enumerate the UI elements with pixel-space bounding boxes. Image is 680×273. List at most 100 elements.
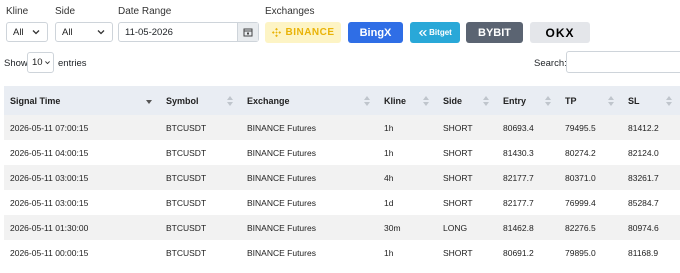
column-header-label: Kline [384,95,407,106]
table-body: 2026-05-11 07:00:15 BTCUSDT BINANCE Future… [4,115,680,265]
column-header-sl[interactable]: SL [622,86,680,115]
exchanges-label: Exchanges [265,6,315,17]
signals-table: Signal Time Symbol Exchange Kline Side Entry T… [4,86,680,265]
cell-symbol: BTCUSDT [166,122,207,133]
chevron-down-icon [97,30,105,35]
binance-logo-icon [272,27,282,38]
exchange-bitget-button[interactable]: Bitget [410,22,460,43]
cell-tp: 76999.4 [565,197,596,208]
table-row[interactable]: 2026-05-11 04:00:15 BTCUSDT BINANCE Future… [4,140,680,165]
side-select-value: All [62,26,73,38]
sort-desc-icon [146,100,152,104]
cell-side: SHORT [443,247,473,258]
cell-symbol: BTCUSDT [166,197,207,208]
cell-symbol: BTCUSDT [166,172,207,183]
cell-exchange: BINANCE Futures [247,122,316,133]
cell-side: LONG [443,222,468,233]
date-range-value: 11-05-2026 [125,26,173,38]
exchange-bybit-button[interactable]: BYBIT [466,22,523,43]
cell-tp: 79495.5 [565,122,596,133]
cell-kline: 1d [384,197,394,208]
calendar-icon [243,28,253,37]
show-label: Show [4,58,28,69]
column-header-signal-time[interactable]: Signal Time [4,86,160,115]
cell-sl: 85284.7 [628,197,659,208]
cell-signal-time: 2026-05-11 04:00:15 [10,147,89,158]
calendar-button[interactable] [237,23,258,41]
table-header-row: Signal Time Symbol Exchange Kline Side Entry T… [4,86,680,115]
cell-entry: 82177.7 [503,197,534,208]
kline-select-value: All [13,26,24,38]
column-header-entry[interactable]: Entry [497,86,559,115]
cell-entry: 80693.4 [503,122,534,133]
column-header-label: Entry [503,95,527,106]
cell-side: SHORT [443,122,473,133]
cell-kline: 1h [384,147,394,158]
exchange-okx-button[interactable]: OKX [530,22,590,43]
cell-tp: 79895.0 [565,247,596,258]
side-label: Side [55,6,76,17]
search-label: Search: [534,58,567,69]
cell-signal-time: 2026-05-11 03:00:15 [10,197,89,208]
sort-icon [483,96,489,106]
column-header-exchange[interactable]: Exchange [241,86,378,115]
chevron-down-icon [45,61,50,65]
exchange-okx-label: OKX [545,25,575,40]
cell-exchange: BINANCE Futures [247,222,316,233]
cell-side: SHORT [443,172,473,183]
date-range-label: Date Range [118,6,172,17]
cell-exchange: BINANCE Futures [247,147,316,158]
kline-select[interactable]: All [6,22,48,42]
cell-signal-time: 2026-05-11 00:00:15 [10,247,89,258]
cell-signal-time: 2026-05-11 03:00:15 [10,172,89,183]
entries-select-value: 10 [32,57,43,68]
cell-side: SHORT [443,147,473,158]
cell-exchange: BINANCE Futures [247,247,316,258]
cell-kline: 1h [384,122,394,133]
cell-side: SHORT [443,197,473,208]
table-row[interactable]: 2026-05-11 07:00:15 BTCUSDT BINANCE Future… [4,115,680,140]
side-select[interactable]: All [55,22,113,42]
column-header-side[interactable]: Side [437,86,497,115]
cell-sl: 82124.0 [628,147,659,158]
cell-signal-time: 2026-05-11 07:00:15 [10,122,89,133]
search-input[interactable] [566,51,680,73]
sort-icon [364,96,370,106]
column-header-tp[interactable]: TP [559,86,622,115]
sort-icon [423,96,429,106]
cell-kline: 4h [384,172,394,183]
sort-icon [545,96,551,106]
cell-signal-time: 2026-05-11 01:30:00 [10,222,89,233]
column-header-label: Exchange [247,95,290,106]
exchange-binance-button[interactable]: BINANCE [265,22,341,43]
column-header-label: Side [443,95,463,106]
cell-exchange: BINANCE Futures [247,197,316,208]
bitget-logo-icon [419,29,428,36]
cell-tp: 82276.5 [565,222,596,233]
table-row[interactable]: 2026-05-11 00:00:15 BTCUSDT BINANCE Future… [4,240,680,265]
column-header-label: SL [628,95,640,106]
cell-entry: 81462.8 [503,222,534,233]
cell-entry: 82177.7 [503,172,534,183]
cell-sl: 81168.9 [628,247,659,258]
table-row[interactable]: 2026-05-11 03:00:15 BTCUSDT BINANCE Future… [4,165,680,190]
kline-label: Kline [6,6,29,17]
entries-select[interactable]: 10 [27,52,54,73]
table-row[interactable]: 2026-05-11 03:00:15 BTCUSDT BINANCE Future… [4,190,680,215]
cell-exchange: BINANCE Futures [247,172,316,183]
column-header-kline[interactable]: Kline [378,86,437,115]
exchange-bingx-button[interactable]: BingX [348,22,403,43]
cell-sl: 81412.2 [628,122,659,133]
chevron-down-icon [32,30,40,35]
table-row[interactable]: 2026-05-11 01:30:00 BTCUSDT BINANCE Future… [4,215,680,240]
sort-icon [608,96,614,106]
cell-symbol: BTCUSDT [166,247,207,258]
cell-entry: 80691.2 [503,247,534,258]
column-header-symbol[interactable]: Symbol [160,86,241,115]
sort-icon [227,96,233,106]
date-range-input[interactable]: 11-05-2026 [118,22,259,42]
cell-kline: 30m [384,222,401,233]
column-header-label: Signal Time [10,95,61,106]
cell-tp: 80274.2 [565,147,596,158]
cell-sl: 80974.6 [628,222,659,233]
